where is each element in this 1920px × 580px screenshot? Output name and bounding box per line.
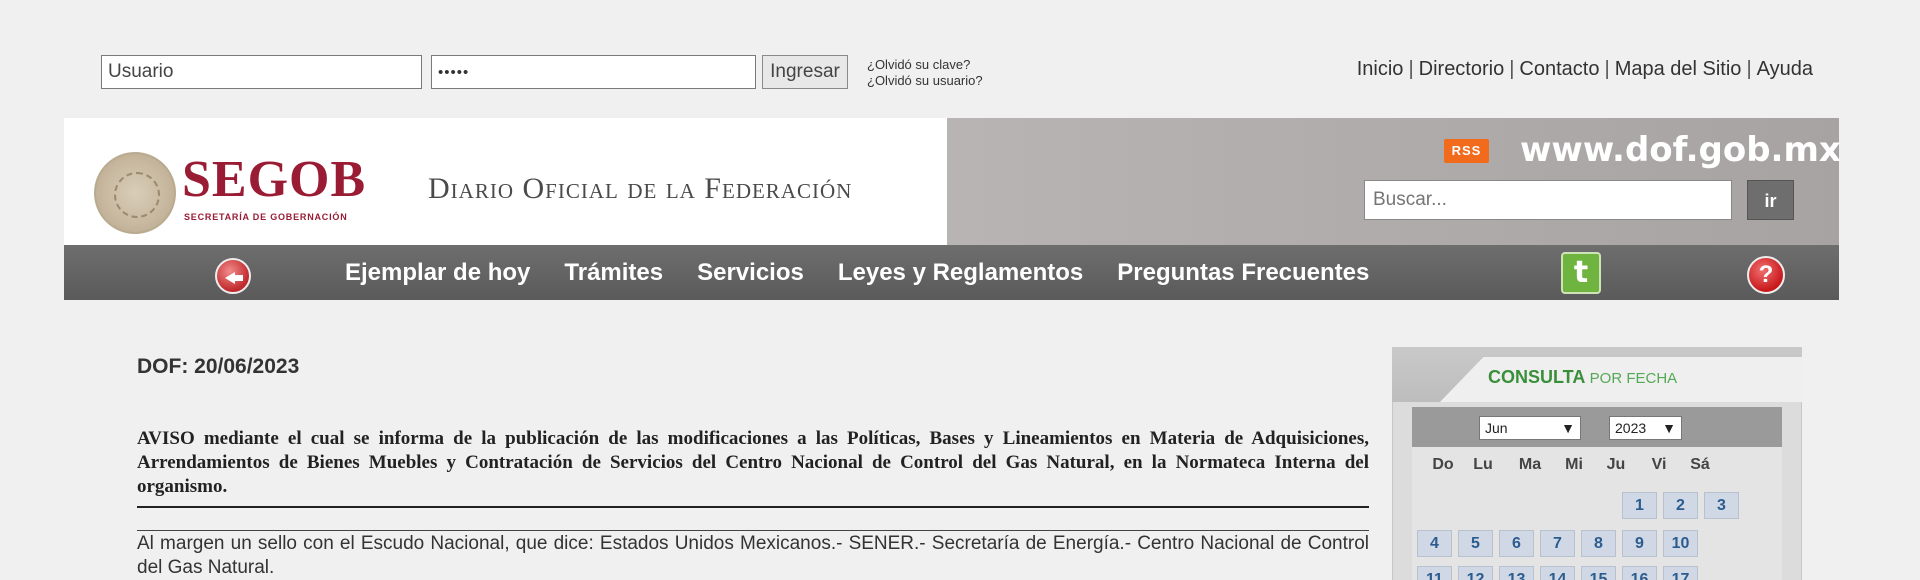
year-value: 2023 (1615, 420, 1647, 436)
site-title: Diario Oficial de la Federación (428, 172, 853, 205)
forgot-links: ¿Olvidó su clave? ¿Olvidó su usuario? (867, 57, 983, 89)
nav-item-ejemplar[interactable]: Ejemplar de hoy (345, 258, 530, 288)
calendar-title-light: POR FECHA (1589, 370, 1678, 387)
top-link-inicio[interactable]: Inicio (1357, 58, 1404, 80)
forgot-user-link[interactable]: ¿Olvidó su usuario? (867, 73, 983, 89)
publication-date: DOF: 20/06/2023 (137, 355, 300, 378)
weekday-label: Ju (1606, 456, 1626, 473)
site-url: www.dof.gob.mx (1520, 130, 1841, 170)
calendar-day[interactable]: 1 (1622, 492, 1657, 519)
separator: | (1509, 58, 1515, 80)
separator: | (1746, 58, 1752, 80)
divider (137, 530, 1369, 531)
weekday-label: Lu (1473, 456, 1493, 473)
aviso-title: AVISO mediante el cual se informa de la … (137, 428, 1369, 497)
divider (137, 506, 1369, 508)
calendar-day[interactable]: 7 (1540, 530, 1575, 557)
forgot-password-link[interactable]: ¿Olvidó su clave? (867, 57, 983, 73)
separator: | (1604, 58, 1610, 80)
rss-icon[interactable]: RSS (1444, 139, 1489, 163)
calendar-day[interactable]: 14 (1540, 566, 1575, 580)
search-input[interactable] (1364, 180, 1732, 220)
username-input[interactable] (101, 55, 422, 89)
calendar-select-bar (1412, 407, 1782, 447)
calendar-day[interactable]: 5 (1458, 530, 1493, 557)
calendar-day[interactable]: 6 (1499, 530, 1534, 557)
calendar-day[interactable]: 15 (1581, 566, 1616, 580)
help-icon[interactable]: ? (1747, 256, 1785, 294)
calendar-day[interactable]: 9 (1622, 530, 1657, 557)
nav-item-servicios[interactable]: Servicios (697, 258, 804, 288)
weekday-label: Sá (1690, 456, 1710, 473)
segob-subtitle: SECRETARÍA DE GOBERNACIÓN (184, 212, 348, 222)
weekday-label: Do (1432, 456, 1454, 473)
national-seal-icon (94, 152, 176, 234)
nav-item-tramites[interactable]: Trámites (564, 258, 663, 288)
calendar-day[interactable]: 10 (1663, 530, 1698, 557)
calendar-day[interactable]: 8 (1581, 530, 1616, 557)
twitter-icon[interactable]: t (1561, 252, 1601, 294)
nav-item-leyes[interactable]: Leyes y Reglamentos (838, 258, 1083, 288)
top-link-directorio[interactable]: Directorio (1419, 58, 1505, 80)
login-button[interactable]: Ingresar (762, 55, 848, 89)
year-select[interactable]: 2023 ▼ (1609, 416, 1682, 440)
calendar-day[interactable]: 16 (1622, 566, 1657, 580)
calendar-title-bold: CONSULTA (1488, 367, 1585, 387)
calendar-day[interactable]: 12 (1458, 566, 1493, 580)
nav-menu: Ejemplar de hoy Trámites Servicios Leyes… (345, 258, 1403, 288)
document-body: Al margen un sello con el Escudo Naciona… (137, 533, 1369, 578)
password-input[interactable] (431, 55, 756, 89)
top-link-mapa[interactable]: Mapa del Sitio (1615, 58, 1742, 80)
calendar-day[interactable]: 17 (1663, 566, 1698, 580)
calendar-day[interactable]: 2 (1663, 492, 1698, 519)
back-arrow-icon[interactable] (215, 258, 251, 294)
month-select[interactable]: Jun ▼ (1479, 416, 1581, 440)
weekday-label: Vi (1651, 456, 1667, 473)
separator: | (1408, 58, 1414, 80)
calendar-day[interactable]: 11 (1417, 566, 1452, 580)
calendar-day[interactable]: 3 (1704, 492, 1739, 519)
segob-logo[interactable]: SEGOB (182, 152, 366, 208)
nav-item-preguntas[interactable]: Preguntas Frecuentes (1117, 258, 1369, 288)
top-link-contacto[interactable]: Contacto (1519, 58, 1599, 80)
top-links: Inicio | Directorio | Contacto | Mapa del Siti… (1357, 58, 1813, 81)
chevron-down-icon: ▼ (1662, 420, 1676, 436)
top-link-ayuda[interactable]: Ayuda (1757, 58, 1813, 80)
calendar-day[interactable]: 4 (1417, 530, 1452, 557)
search-button[interactable]: ir (1747, 180, 1794, 220)
weekday-label: Mi (1565, 456, 1583, 473)
chevron-down-icon: ▼ (1561, 420, 1575, 436)
calendar-day[interactable]: 13 (1499, 566, 1534, 580)
month-value: Jun (1485, 420, 1508, 436)
weekday-label: Ma (1518, 456, 1542, 473)
top-bar: Ingresar ¿Olvidó su clave? ¿Olvidó su us… (0, 0, 1920, 118)
calendar-title: CONSULTA POR FECHA (1488, 367, 1677, 388)
